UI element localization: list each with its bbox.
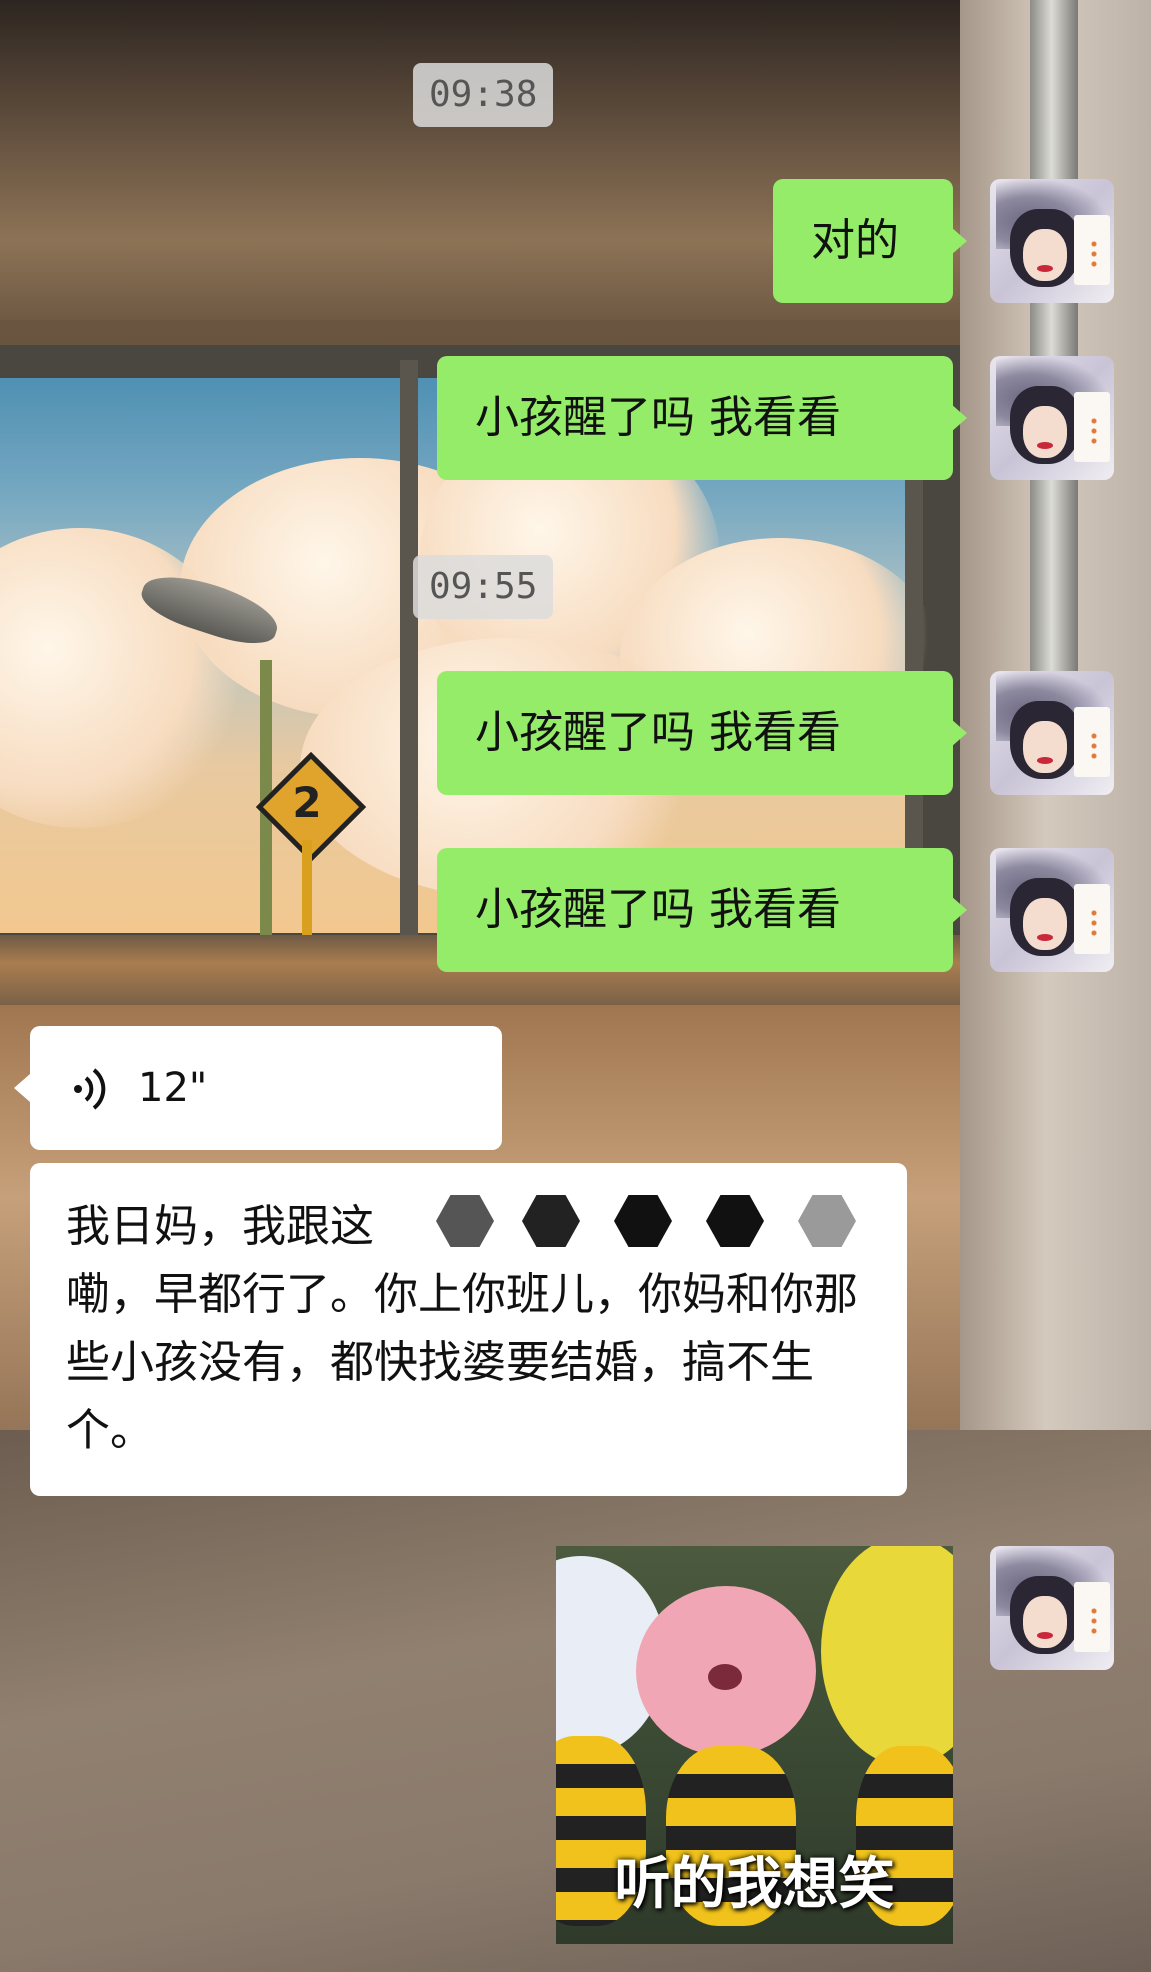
sticker-caption: 听的我想笑: [614, 1852, 895, 1917]
incoming-voice-message[interactable]: 12": [14, 1026, 502, 1150]
transcript-rest: 嘞，早都行了。你上你班儿，你妈和你那些小孩没有，都快找婆要结婚，搞不生个。: [66, 1269, 858, 1456]
outgoing-message-bubble[interactable]: 小孩醒了吗 我看看: [437, 356, 967, 480]
transcript-visible-start: 我日妈，我跟这: [66, 1201, 374, 1252]
wallpaper-sign-number: 2: [292, 778, 322, 827]
wallpaper-sign-post: [302, 840, 312, 935]
user-avatar[interactable]: [990, 179, 1114, 303]
timestamp: 09:55: [413, 555, 554, 619]
user-avatar[interactable]: [990, 848, 1114, 972]
wallpaper-window-mullion: [400, 360, 418, 945]
voice-duration: 12": [138, 1065, 208, 1111]
outgoing-message-bubble[interactable]: 小孩醒了吗 我看看: [437, 848, 967, 972]
user-avatar[interactable]: [990, 671, 1114, 795]
outgoing-message-bubble[interactable]: 小孩醒了吗 我看看: [437, 671, 967, 795]
user-avatar[interactable]: [990, 356, 1114, 480]
timestamp: 09:38: [413, 63, 554, 127]
user-avatar[interactable]: [990, 1546, 1114, 1670]
voice-wave-icon: [74, 1068, 106, 1110]
sticker-message[interactable]: 听的我想笑: [556, 1546, 953, 1944]
sticker-yellow-character: [821, 1546, 953, 1766]
outgoing-message-bubble[interactable]: 对的: [773, 179, 967, 303]
sticker-beaver-nose: [708, 1664, 742, 1690]
